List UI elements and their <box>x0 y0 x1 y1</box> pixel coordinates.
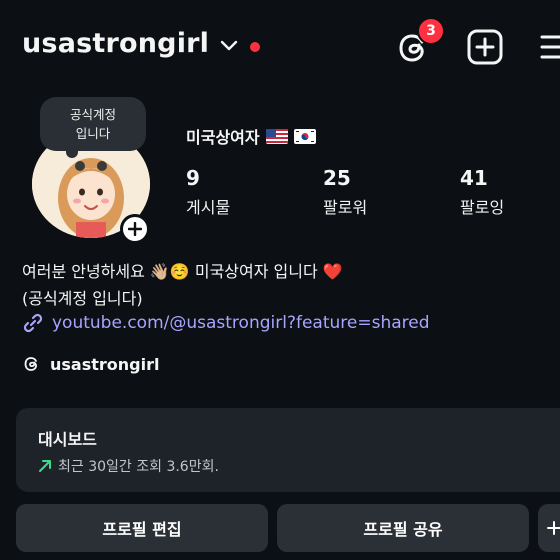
stat-label: 게시물 <box>186 198 231 217</box>
stat-posts[interactable]: 9 게시물 <box>186 166 230 218</box>
plus-icon <box>128 222 142 236</box>
bio-line: 여러분 안녕하세요 👋🏼☺️ 미국상여자 입니다 ❤️ <box>22 262 343 281</box>
share-profile-button[interactable]: 프로필 공유 <box>277 504 529 552</box>
notification-badge: 3 <box>417 17 445 45</box>
dashboard-title: 대시보드 <box>38 430 97 449</box>
threads-handle: usastrongirl <box>50 354 160 374</box>
bio: 여러분 안녕하세요 👋🏼☺️ 미국상여자 입니다 ❤️ (공식계정 입니다) <box>22 258 343 312</box>
threads-profile-link[interactable]: usastrongirl <box>22 354 159 374</box>
trend-up-icon <box>39 460 51 472</box>
note-tail <box>66 146 78 158</box>
display-name: 미국상여자 <box>186 128 260 147</box>
professional-dashboard[interactable]: 대시보드 최근 30일간 조회 3.6만회. <box>16 408 560 492</box>
dashboard-summary: 최근 30일간 조회 3.6만회. <box>38 456 554 476</box>
profile-note[interactable]: 공식계정 입니다 <box>40 97 146 151</box>
korea-flag-icon <box>293 128 316 144</box>
edit-profile-button[interactable]: 프로필 편집 <box>16 504 268 552</box>
username-switcher[interactable]: usastrongirl <box>22 28 209 59</box>
stat-value: 41 <box>460 166 488 190</box>
link-icon <box>23 313 43 333</box>
top-bar: usastrongirl 3 <box>0 0 560 96</box>
stat-value: 25 <box>323 166 351 190</box>
us-flag-icon <box>265 128 288 144</box>
threads-logo-icon <box>24 357 37 371</box>
stat-followers[interactable]: 25 팔로워 <box>323 166 367 218</box>
dashboard-subtitle: 최근 30일간 조회 3.6만회. <box>58 459 219 475</box>
link-text: youtube.com/@usastrongirl?feature=shared <box>52 313 430 333</box>
bio-link[interactable]: youtube.com/@usastrongirl?feature=shared <box>22 312 430 334</box>
add-friend-button[interactable] <box>538 504 560 552</box>
note-line: 공식계정 <box>69 107 116 122</box>
add-story-button[interactable] <box>120 214 150 244</box>
stat-following[interactable]: 41 팔로잉 <box>460 166 504 218</box>
unread-dot <box>250 42 260 52</box>
bio-line: (공식계정 입니다) <box>22 289 143 308</box>
stat-value: 9 <box>186 166 200 190</box>
display-name-row: 미국상여자 <box>186 124 316 148</box>
stat-label: 팔로워 <box>323 198 368 217</box>
add-person-icon <box>547 521 560 535</box>
note-line: 입니다 <box>75 126 111 141</box>
stat-label: 팔로잉 <box>460 198 505 217</box>
create-post-icon[interactable] <box>466 28 504 66</box>
menu-icon[interactable] <box>540 32 560 62</box>
chevron-down-icon[interactable] <box>220 40 238 52</box>
